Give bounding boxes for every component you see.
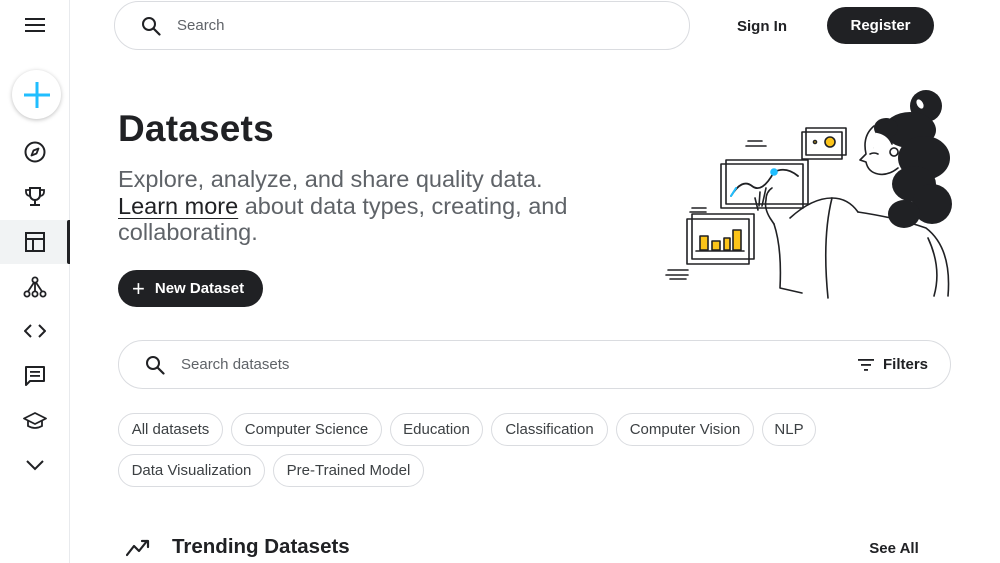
sidebar (0, 0, 70, 563)
sidebar-item-competitions[interactable] (0, 175, 70, 219)
models-icon (23, 276, 47, 298)
sidebar-more-button[interactable] (0, 443, 70, 487)
dataset-search-placeholder: Search datasets (181, 356, 290, 373)
chip-data-visualization[interactable]: Data Visualization (118, 454, 265, 487)
trophy-icon (25, 187, 45, 206)
sidebar-item-discussions[interactable] (0, 354, 70, 398)
code-icon (24, 324, 46, 338)
global-search-placeholder: Search (177, 17, 225, 34)
datasets-illustration (665, 90, 952, 299)
dataset-search-bar[interactable]: Search datasets Filters (118, 340, 951, 389)
filters-button[interactable]: Filters (857, 341, 928, 388)
sidebar-item-datasets[interactable] (0, 220, 70, 264)
search-icon (146, 355, 165, 375)
sidebar-item-code[interactable] (0, 309, 70, 353)
sidebar-item-learn[interactable] (0, 399, 70, 443)
chip-pre-trained-model[interactable]: Pre-Trained Model (273, 454, 424, 487)
chip-education[interactable]: Education (390, 413, 483, 446)
chevron-down-icon (26, 460, 44, 471)
create-button[interactable] (12, 70, 61, 119)
search-icon (142, 16, 161, 36)
chip-all-datasets[interactable]: All datasets (118, 413, 223, 446)
sidebar-item-home[interactable] (0, 130, 70, 174)
menu-button[interactable] (0, 3, 70, 47)
new-dataset-label: New Dataset (154, 280, 245, 297)
discussion-icon (25, 366, 45, 386)
register-button[interactable]: Register (827, 7, 934, 44)
plus-icon (23, 81, 50, 108)
description-line-1: Explore, analyze, and share quality data… (118, 166, 543, 192)
plus-icon: + (132, 275, 145, 301)
learn-icon (23, 412, 47, 429)
see-all-link[interactable]: See All (862, 536, 926, 560)
compass-icon (24, 141, 46, 163)
new-dataset-button[interactable]: + New Dataset (118, 270, 263, 307)
sign-in-button[interactable]: Sign In (726, 8, 798, 44)
chip-computer-science[interactable]: Computer Science (231, 413, 382, 446)
learn-more-link[interactable]: Learn more (118, 193, 238, 219)
menu-icon (25, 18, 45, 32)
global-search-bar[interactable]: Search (114, 1, 690, 50)
chip-classification[interactable]: Classification (491, 413, 608, 446)
trending-datasets-title: Trending Datasets (172, 535, 350, 558)
chip-computer-vision[interactable]: Computer Vision (616, 413, 754, 446)
chip-nlp[interactable]: NLP (762, 413, 816, 446)
filter-icon (857, 358, 874, 371)
page-description: Explore, analyze, and share quality data… (118, 166, 628, 246)
sidebar-item-models[interactable] (0, 265, 70, 309)
page-title: Datasets (118, 108, 274, 149)
table-icon (25, 232, 45, 252)
trending-icon (126, 539, 150, 557)
filters-label: Filters (882, 356, 928, 373)
